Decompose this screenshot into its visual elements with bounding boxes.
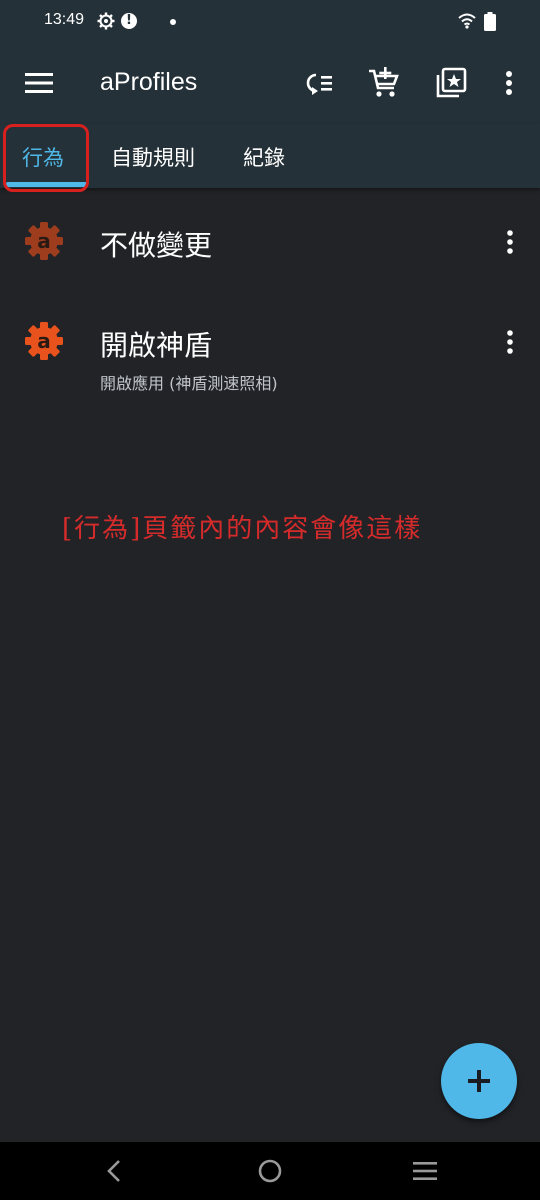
dot-icon	[170, 19, 176, 25]
back-icon[interactable]	[102, 1158, 128, 1184]
add-action-fab[interactable]	[441, 1043, 517, 1119]
more-vert-icon[interactable]	[494, 66, 524, 100]
action-item[interactable]: a 開啟神盾 開啟應用 (神盾測速照相)	[0, 296, 540, 408]
aprofiles-gear-icon: a	[25, 222, 63, 260]
home-icon[interactable]	[257, 1158, 283, 1184]
item-more-icon[interactable]	[500, 329, 520, 355]
svg-text:a: a	[37, 229, 51, 253]
gear-icon	[97, 12, 115, 30]
profile-switch-icon[interactable]	[302, 66, 336, 100]
status-time: 13:49	[44, 11, 85, 28]
tab-highlight-box	[3, 124, 89, 192]
menu-icon[interactable]	[25, 72, 53, 94]
action-item[interactable]: a 不做變更	[0, 196, 540, 292]
annotation-text: [行為]頁籤內的內容會像這樣	[62, 514, 423, 544]
app-title: aProfiles	[100, 68, 198, 96]
battery-icon	[484, 12, 496, 31]
recents-icon[interactable]	[412, 1158, 438, 1184]
add-to-cart-icon[interactable]	[367, 66, 401, 100]
system-nav-bar	[0, 1142, 540, 1200]
item-more-icon[interactable]	[500, 229, 520, 255]
action-title: 開啟神盾	[100, 329, 213, 362]
wifi-icon	[458, 13, 476, 29]
action-subtitle: 開啟應用 (神盾測速照相)	[100, 374, 278, 393]
aprofiles-gear-icon: a	[25, 322, 63, 360]
tab-bar: 行為 自動規則 紀錄	[0, 124, 540, 192]
collections-icon[interactable]	[434, 66, 468, 100]
tab-log[interactable]: 紀錄	[243, 142, 285, 172]
status-bar: 13:49 !	[0, 0, 540, 44]
svg-text:a: a	[37, 329, 51, 353]
action-title: 不做變更	[100, 229, 213, 262]
alert-icon: !	[121, 13, 137, 29]
app-bar: aProfiles	[0, 44, 540, 124]
plus-icon	[468, 1070, 490, 1092]
tab-auto-rules[interactable]: 自動規則	[111, 142, 195, 172]
